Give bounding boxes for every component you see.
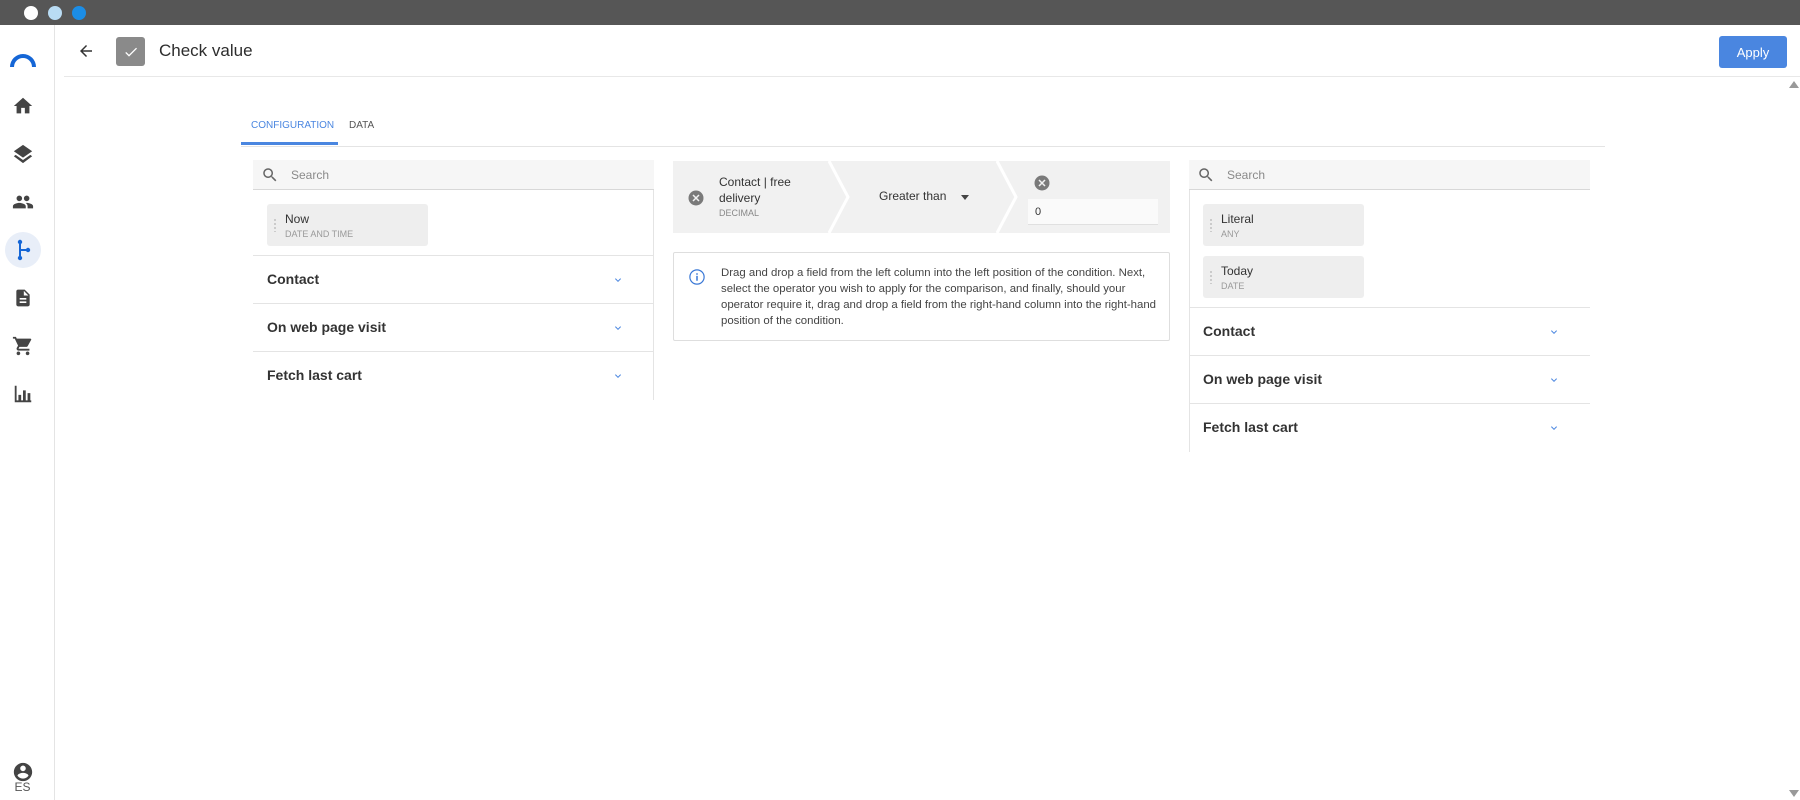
chevron-down-icon[interactable]: [1548, 325, 1560, 343]
condition-left-field[interactable]: Contact | free delivery: [719, 174, 809, 206]
maximize-dot[interactable]: [72, 6, 86, 20]
remove-left-field-icon[interactable]: [687, 189, 705, 212]
column-divider: [653, 190, 654, 400]
scroll-down-arrow-icon[interactable]: [1789, 790, 1799, 797]
check-icon: [116, 37, 145, 66]
close-dot[interactable]: [24, 6, 38, 20]
info-text: Drag and drop a field from the left colu…: [721, 267, 1156, 327]
right-value-input[interactable]: [1028, 199, 1158, 225]
field-chip-now[interactable]: Now DATE AND TIME: [267, 204, 428, 246]
chip-name: Today: [1221, 264, 1254, 278]
chevron-down-icon[interactable]: [1548, 421, 1560, 439]
chevron-separator-icon: [828, 161, 850, 233]
search-icon: [261, 166, 279, 189]
back-arrow-icon[interactable]: [74, 39, 98, 63]
chip-type: DATE AND TIME: [285, 229, 354, 239]
chevron-down-icon[interactable]: [612, 321, 624, 339]
apply-button[interactable]: Apply: [1719, 36, 1787, 68]
drag-handle-icon[interactable]: [1209, 270, 1213, 284]
section-on-web-page-visit[interactable]: On web page visit: [1189, 355, 1590, 403]
section-label: Fetch last cart: [267, 367, 362, 383]
layers-icon[interactable]: [5, 136, 41, 172]
section-label: On web page visit: [1203, 371, 1323, 387]
right-search-box: [1189, 160, 1590, 190]
workflow-icon[interactable]: [5, 232, 41, 268]
section-label: On web page visit: [267, 319, 387, 335]
page-header: Check value: [64, 25, 1800, 77]
section-label: Contact: [1203, 323, 1256, 339]
operator-select[interactable]: Greater than: [879, 189, 946, 203]
chip-type: ANY: [1221, 229, 1240, 239]
info-box: Drag and drop a field from the left colu…: [673, 252, 1170, 341]
right-column-divider: [1189, 190, 1190, 452]
sidebar: ES: [0, 25, 55, 800]
right-field-column: Literal ANY Today DATE Contact On web pa…: [1189, 160, 1590, 460]
left-search-box: [253, 160, 654, 190]
search-icon: [1197, 166, 1215, 189]
section-fetch-last-cart[interactable]: Fetch last cart: [1189, 403, 1590, 451]
bar-chart-icon[interactable]: [5, 376, 41, 412]
drag-handle-icon[interactable]: [273, 218, 277, 232]
condition-builder: Contact | free delivery DECIMAL Greater …: [673, 161, 1170, 233]
left-field-column: Now DATE AND TIME Contact On web page vi…: [253, 160, 654, 400]
scroll-up-arrow-icon[interactable]: [1789, 81, 1799, 88]
window-titlebar: [0, 0, 1800, 25]
section-label: Fetch last cart: [1203, 419, 1298, 435]
document-icon[interactable]: [5, 280, 41, 316]
right-search-input[interactable]: [1227, 166, 1567, 184]
chevron-down-icon[interactable]: [1548, 373, 1560, 391]
field-chip-today[interactable]: Today DATE: [1203, 256, 1364, 298]
page-title: Check value: [159, 41, 253, 60]
home-icon[interactable]: [5, 88, 41, 124]
section-label: Contact: [267, 271, 320, 287]
people-icon[interactable]: [5, 184, 41, 220]
field-chip-literal[interactable]: Literal ANY: [1203, 204, 1364, 246]
section-contact[interactable]: Contact: [253, 255, 654, 303]
remove-right-value-icon[interactable]: [1033, 174, 1051, 197]
caret-down-icon[interactable]: [961, 195, 969, 200]
drag-handle-icon[interactable]: [1209, 218, 1213, 232]
condition-left-type: DECIMAL: [719, 208, 760, 218]
language-label[interactable]: ES: [0, 780, 45, 794]
chip-name: Now: [285, 212, 310, 226]
left-search-input[interactable]: [291, 166, 631, 184]
cart-icon[interactable]: [5, 328, 41, 364]
tab-data[interactable]: DATA: [349, 120, 374, 147]
chip-type: DATE: [1221, 281, 1245, 291]
chevron-down-icon[interactable]: [612, 273, 624, 291]
chip-name: Literal: [1221, 212, 1254, 226]
active-tab-indicator: [241, 142, 338, 145]
chevron-down-icon[interactable]: [612, 369, 624, 387]
info-icon: [688, 268, 706, 291]
tab-bar: CONFIGURATION DATA: [241, 110, 1605, 147]
section-fetch-last-cart[interactable]: Fetch last cart: [253, 351, 654, 399]
section-contact[interactable]: Contact: [1189, 307, 1590, 355]
chevron-separator-icon: [996, 161, 1018, 233]
logo-icon[interactable]: [5, 40, 41, 76]
minimize-dot[interactable]: [48, 6, 62, 20]
section-on-web-page-visit[interactable]: On web page visit: [253, 303, 654, 351]
